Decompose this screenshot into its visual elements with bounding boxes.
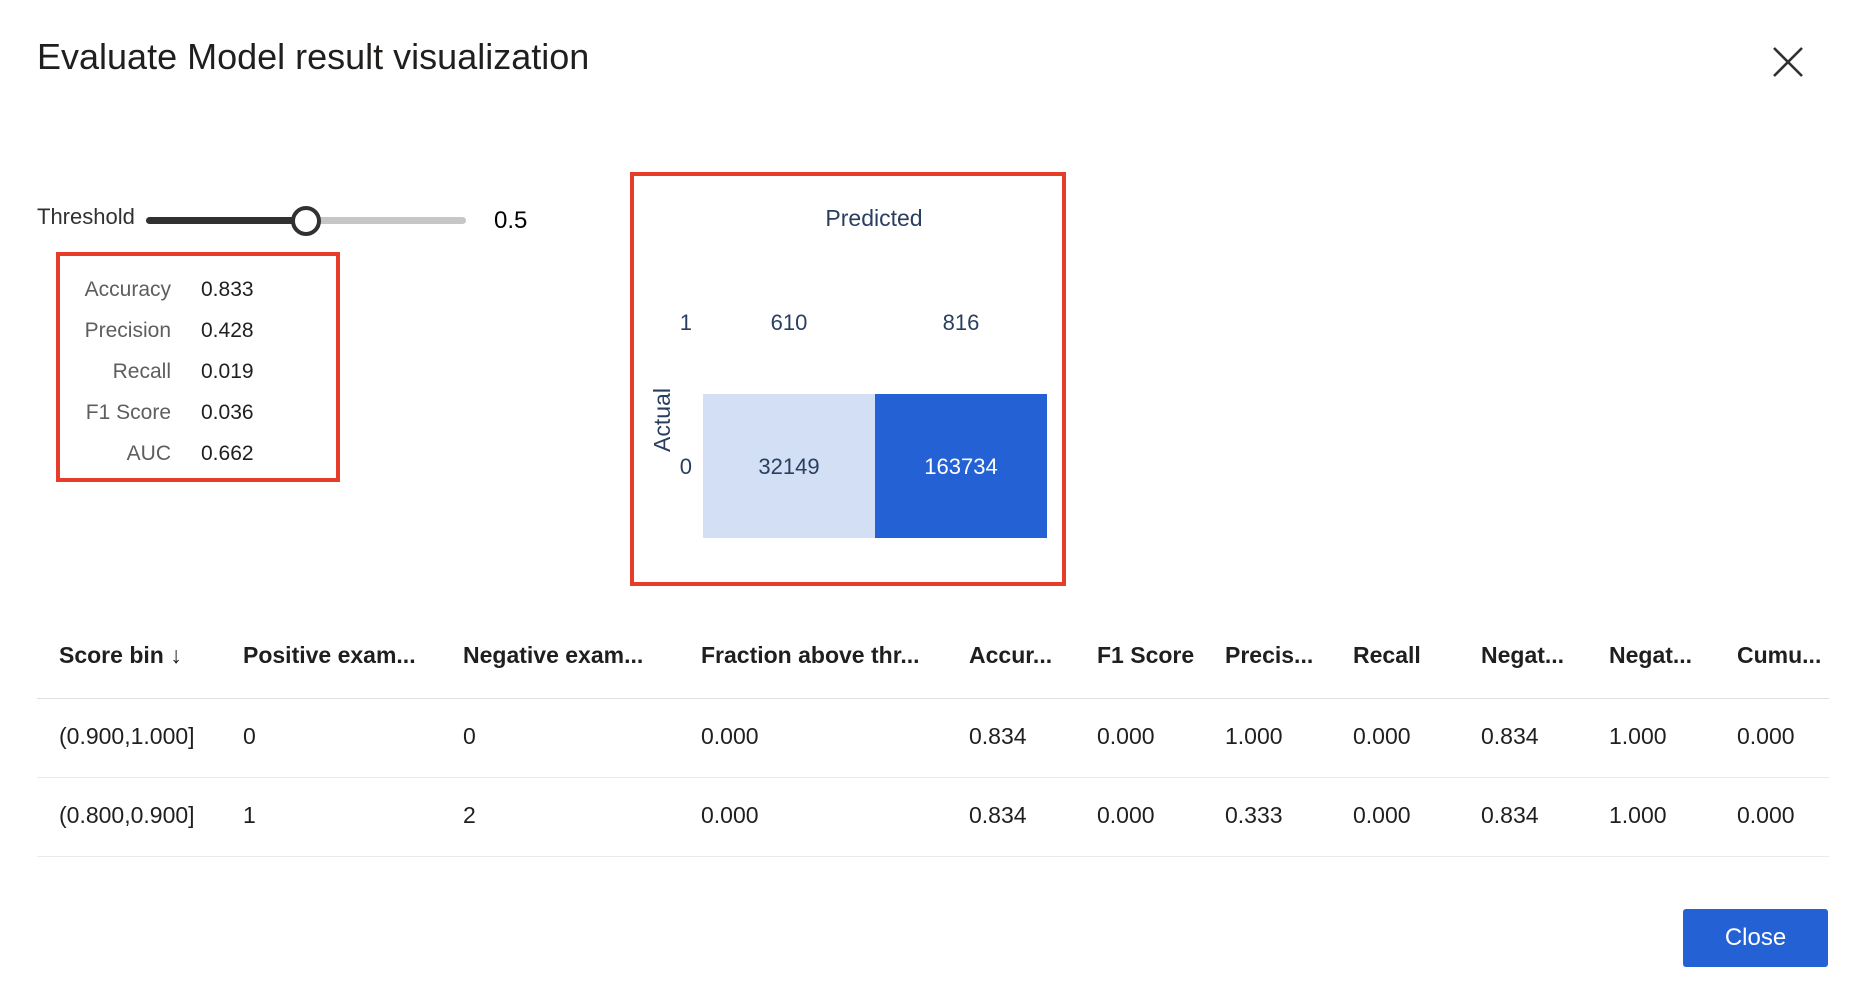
metric-value: 0.019 [201, 360, 254, 383]
table-cell: 1.000 [1225, 723, 1283, 749]
table-cell: 1.000 [1609, 723, 1667, 749]
table-cell: 0.000 [1353, 723, 1411, 749]
metric-row: F1 Score 0.036 [60, 401, 336, 431]
actual-axis-label: Actual [649, 388, 675, 452]
table-cell: (0.900,1.000] [59, 723, 195, 749]
matrix-cell-value: 32149 [758, 454, 819, 479]
metric-row: Precision 0.428 [60, 319, 336, 349]
table-cell: 0.834 [1481, 723, 1539, 749]
predicted-axis-label: Predicted [825, 205, 922, 231]
metric-label: F1 Score [85, 401, 171, 424]
column-header[interactable]: Score bin ↓ [59, 642, 182, 669]
table-cell: 0.834 [969, 802, 1027, 828]
evaluate-model-dialog: Evaluate Model result visualization Thre… [0, 0, 1852, 1000]
column-header[interactable]: Negat... [1609, 642, 1692, 669]
table-cell: (0.800,0.900] [59, 802, 195, 828]
column-header[interactable]: Positive exam... [243, 642, 416, 669]
actual-tick-label: 0 [680, 454, 692, 479]
table-cell: 0.834 [969, 723, 1027, 749]
metric-label: Precision [84, 319, 171, 342]
table-cell: 0.333 [1225, 802, 1283, 828]
metric-value: 0.428 [201, 319, 254, 342]
table-cell: 0.834 [1481, 802, 1539, 828]
column-header[interactable]: Cumu... [1737, 642, 1821, 669]
slider-thumb[interactable] [291, 206, 321, 236]
metrics-panel: Accuracy 0.833 Precision 0.428 Recall 0.019 F1… [56, 252, 340, 482]
table-cell: 2 [463, 802, 476, 828]
table-cell: 0.000 [1737, 802, 1795, 828]
threshold-value: 0.5 [494, 207, 528, 234]
table-cell: 0.000 [1097, 802, 1155, 828]
table-row[interactable]: (0.800,0.900] 1 2 0.000 0.834 0.000 0.333 0.000… [37, 778, 1829, 857]
column-header[interactable]: Fraction above thr... [701, 642, 920, 669]
metric-label: Accuracy [84, 278, 171, 301]
dialog-title: Evaluate Model result visualization [37, 36, 590, 77]
metric-row: AUC 0.662 [60, 442, 336, 472]
close-button[interactable]: Close [1683, 909, 1828, 967]
column-header[interactable]: Negat... [1481, 642, 1564, 669]
metric-label: AUC [126, 442, 171, 465]
slider-fill [146, 217, 306, 224]
table-cell: 0.000 [1353, 802, 1411, 828]
table-cell: 0.000 [1097, 723, 1155, 749]
metric-row: Recall 0.019 [60, 360, 336, 390]
column-header[interactable]: F1 Score [1097, 642, 1194, 669]
table-cell: 0.000 [1737, 723, 1795, 749]
table-cell: 0.000 [701, 802, 759, 828]
metric-value: 0.036 [201, 401, 254, 424]
confusion-matrix: PredictedActual101061081632149163734 [630, 172, 1066, 586]
threshold-label: Threshold [37, 204, 135, 229]
column-header[interactable]: Recall [1353, 642, 1421, 669]
table-cell: 1.000 [1609, 802, 1667, 828]
table-cell: 0 [243, 723, 256, 749]
metric-row: Accuracy 0.833 [60, 278, 336, 308]
actual-tick-label: 1 [680, 310, 692, 335]
metric-label: Recall [112, 360, 171, 383]
threshold-slider[interactable] [146, 206, 466, 236]
metric-value: 0.662 [201, 442, 254, 465]
column-header[interactable]: Precis... [1225, 642, 1313, 669]
table-cell: 1 [243, 802, 256, 828]
table-cell: 0 [463, 723, 476, 749]
results-table: Score bin ↓ Positive exam... Negative exam… [37, 630, 1829, 857]
close-icon[interactable] [1768, 42, 1808, 82]
metric-value: 0.833 [201, 278, 254, 301]
table-cell: 0.000 [701, 723, 759, 749]
table-header: Score bin ↓ Positive exam... Negative exam… [37, 630, 1829, 699]
column-header[interactable]: Negative exam... [463, 642, 643, 669]
matrix-cell-value: 610 [771, 310, 808, 335]
table-row[interactable]: (0.900,1.000] 0 0 0.000 0.834 0.000 1.000 0.000… [37, 699, 1829, 778]
confusion-matrix-chart: PredictedActual101061081632149163734 [649, 205, 1047, 538]
matrix-cell-value: 163734 [924, 454, 997, 479]
matrix-cell-value: 816 [943, 310, 980, 335]
column-header[interactable]: Accur... [969, 642, 1052, 669]
